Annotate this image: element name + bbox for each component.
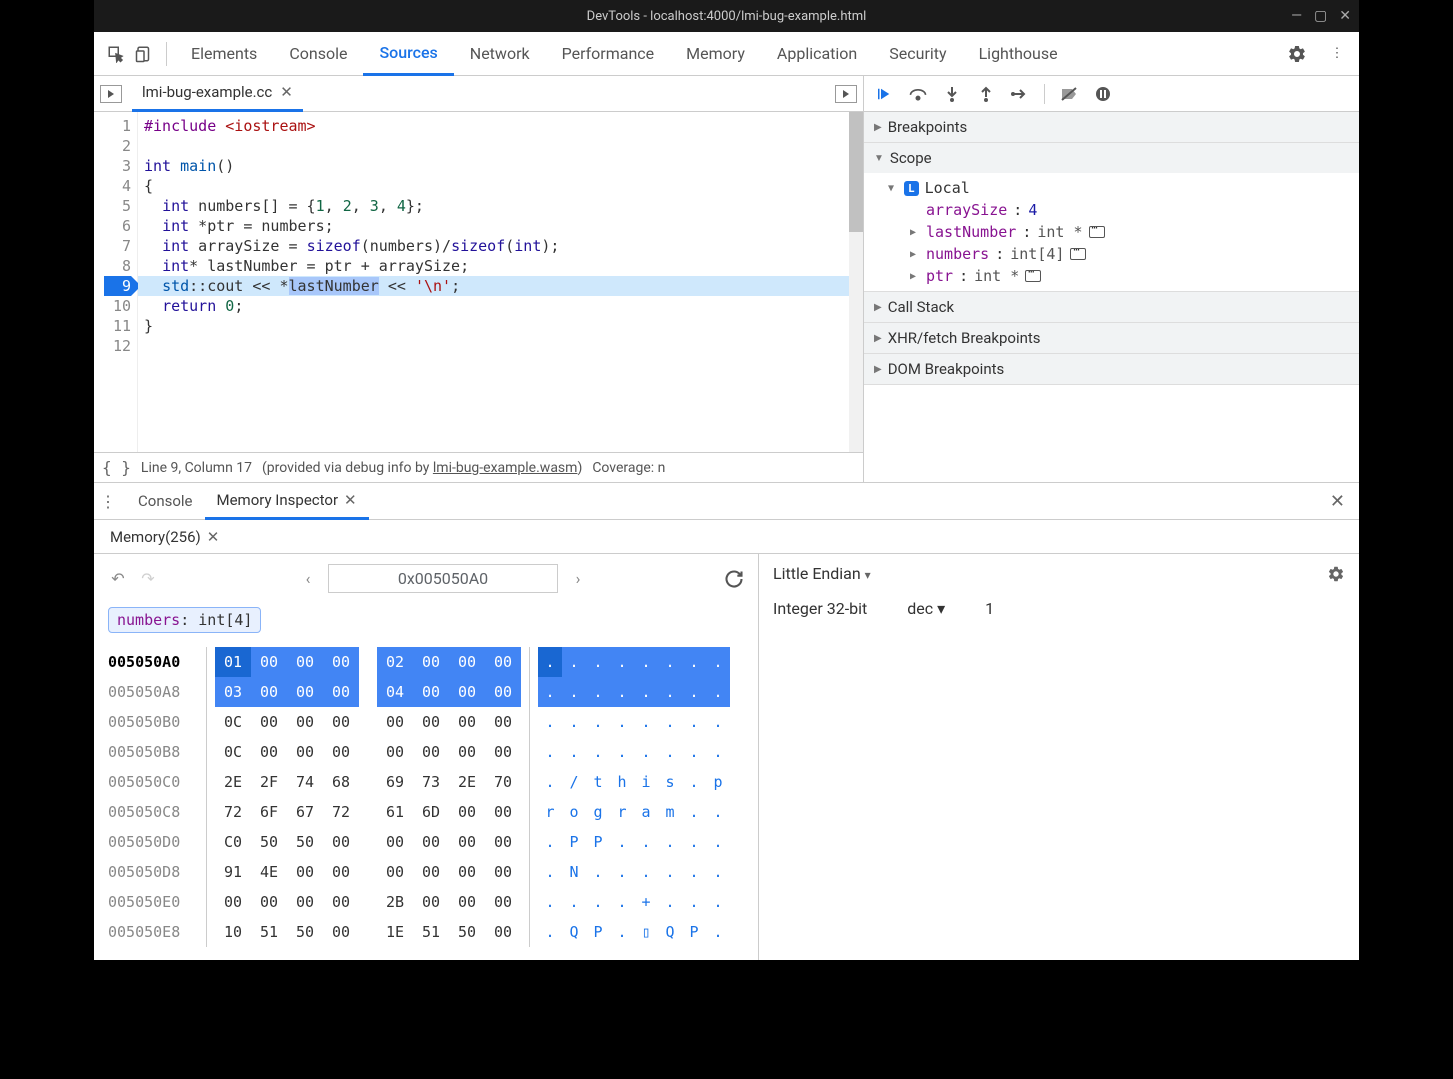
close-tab-icon[interactable]: ✕ xyxy=(344,491,357,509)
reveal-in-memory-icon[interactable] xyxy=(1089,226,1105,238)
value-interpretation-row: Integer 32-bit dec ▾ 1 xyxy=(773,599,1345,618)
chevron-right-icon: ▶ xyxy=(910,249,920,260)
pretty-print-icon[interactable]: { } xyxy=(102,458,131,477)
step-out-icon[interactable] xyxy=(976,84,996,104)
endianness-select[interactable]: Little Endian ▾ xyxy=(773,564,871,583)
chevron-down-icon: ▾ xyxy=(865,568,871,582)
panel-tab-application[interactable]: Application xyxy=(761,32,873,76)
editor-status-bar: { } Line 9, Column 17 (provided via debu… xyxy=(94,452,863,482)
cursor-position: Line 9, Column 17 xyxy=(141,460,252,476)
scope-local[interactable]: ▼ L Local xyxy=(864,177,1359,199)
source-editor[interactable]: 123456789101112 #include <iostream>int m… xyxy=(94,112,863,452)
chevron-right-icon: ▶ xyxy=(874,364,882,375)
local-badge: L xyxy=(904,181,919,196)
navigator-toggle-icon[interactable] xyxy=(100,85,122,103)
device-toolbar-icon[interactable] xyxy=(130,40,158,68)
resume-icon[interactable] xyxy=(874,84,894,104)
drawer-more-icon[interactable]: ⋮ xyxy=(100,492,116,511)
drawer-tabs: ⋮ ConsoleMemory Inspector ✕ ✕ xyxy=(94,482,1359,520)
scope-section-header[interactable]: ▼ Scope xyxy=(864,143,1359,173)
drawer-tab-console[interactable]: Console xyxy=(126,482,205,520)
scope-variable[interactable]: ▶lastNumber: int * xyxy=(864,221,1359,243)
chevron-down-icon: ▾ xyxy=(937,599,945,618)
panel-tab-elements[interactable]: Elements xyxy=(175,32,273,76)
file-tab[interactable]: lmi-bug-example.cc ✕ xyxy=(132,76,303,112)
step-icon[interactable] xyxy=(1010,84,1030,104)
int-format-select[interactable]: dec ▾ xyxy=(907,599,945,618)
coverage-label: Coverage: n xyxy=(592,460,665,476)
memory-nav: ↶ ↷ ‹ › xyxy=(108,564,744,593)
panel-tab-network[interactable]: Network xyxy=(454,32,546,76)
chevron-right-icon: ▶ xyxy=(874,122,882,133)
int-value: 1 xyxy=(985,599,994,618)
panel-tab-sources[interactable]: Sources xyxy=(363,32,453,76)
scope-variable[interactable]: ▶numbers: int[4] xyxy=(864,243,1359,265)
close-tab-icon[interactable]: ✕ xyxy=(280,83,293,101)
devtools-panel-tabs: ElementsConsoleSourcesNetworkPerformance… xyxy=(94,32,1359,76)
chevron-right-icon: ▶ xyxy=(874,333,882,344)
deactivate-breakpoints-icon[interactable] xyxy=(1059,84,1079,104)
panel-tab-console[interactable]: Console xyxy=(273,32,363,76)
scope-variable[interactable]: ▶ptr: int * xyxy=(864,265,1359,287)
settings-icon[interactable] xyxy=(1283,40,1311,68)
memory-address-input[interactable] xyxy=(328,564,558,593)
redo-icon[interactable]: ↷ xyxy=(138,569,158,588)
chevron-down-icon: ▼ xyxy=(874,153,884,164)
panel-tab-performance[interactable]: Performance xyxy=(546,32,671,76)
drawer-tab-memory-inspector[interactable]: Memory Inspector ✕ xyxy=(205,482,369,520)
chevron-right-icon: ▶ xyxy=(910,271,920,282)
debug-info-link[interactable]: lmi-bug-example.wasm xyxy=(433,460,578,476)
debugger-toolbar xyxy=(864,76,1359,112)
chevron-right-icon: ▶ xyxy=(874,302,882,313)
inspect-element-icon[interactable] xyxy=(102,40,130,68)
memory-highlight-chip[interactable]: numbers: int[4] xyxy=(108,607,261,633)
chevron-right-icon: ▶ xyxy=(910,227,920,238)
step-over-icon[interactable] xyxy=(908,84,928,104)
undo-icon[interactable]: ↶ xyxy=(108,569,128,588)
int-type-label: Integer 32-bit xyxy=(773,599,867,618)
window-title: DevTools - localhost:4000/lmi-bug-exampl… xyxy=(587,9,867,24)
next-page-icon[interactable]: › xyxy=(568,569,588,588)
sources-file-tabs: lmi-bug-example.cc ✕ xyxy=(94,76,863,112)
callstack-section-header[interactable]: ▶ Call Stack xyxy=(864,292,1359,322)
settings-icon[interactable] xyxy=(1327,565,1345,583)
chevron-down-icon: ▼ xyxy=(888,183,898,194)
drawer-close-icon[interactable]: ✕ xyxy=(1322,491,1353,512)
memory-tab[interactable]: Memory(256) ✕ xyxy=(102,520,227,554)
maximize-icon[interactable]: ▢ xyxy=(1314,8,1327,24)
panel-tab-lighthouse[interactable]: Lighthouse xyxy=(963,32,1074,76)
close-icon[interactable]: ✕ xyxy=(1339,8,1351,24)
scope-variable[interactable]: arraySize: 4 xyxy=(864,199,1359,221)
panel-tab-memory[interactable]: Memory xyxy=(670,32,761,76)
hex-view[interactable]: 005050A00100000002000000........005050A8… xyxy=(108,647,744,947)
prev-page-icon[interactable]: ‹ xyxy=(298,569,318,588)
more-menu-icon[interactable]: ⋮ xyxy=(1323,40,1351,68)
panel-tab-security[interactable]: Security xyxy=(873,32,962,76)
reveal-in-memory-icon[interactable] xyxy=(1025,270,1041,282)
dom-breakpoints-section-header[interactable]: ▶ DOM Breakpoints xyxy=(864,354,1359,384)
step-into-icon[interactable] xyxy=(942,84,962,104)
close-tab-icon[interactable]: ✕ xyxy=(207,528,220,546)
scrollbar[interactable] xyxy=(849,112,863,452)
pause-on-exceptions-icon[interactable] xyxy=(1093,84,1113,104)
debugger-sidebar-toggle-icon[interactable] xyxy=(835,85,857,103)
memory-instance-tabs: Memory(256) ✕ xyxy=(94,520,1359,554)
file-tab-label: lmi-bug-example.cc xyxy=(142,83,272,101)
minimize-icon[interactable]: — xyxy=(1291,8,1302,24)
xhr-breakpoints-section-header[interactable]: ▶ XHR/fetch Breakpoints xyxy=(864,323,1359,353)
breakpoints-section-header[interactable]: ▶ Breakpoints xyxy=(864,112,1359,142)
reveal-in-memory-icon[interactable] xyxy=(1070,248,1086,260)
refresh-icon[interactable] xyxy=(724,569,744,589)
window-titlebar: DevTools - localhost:4000/lmi-bug-exampl… xyxy=(94,0,1359,32)
